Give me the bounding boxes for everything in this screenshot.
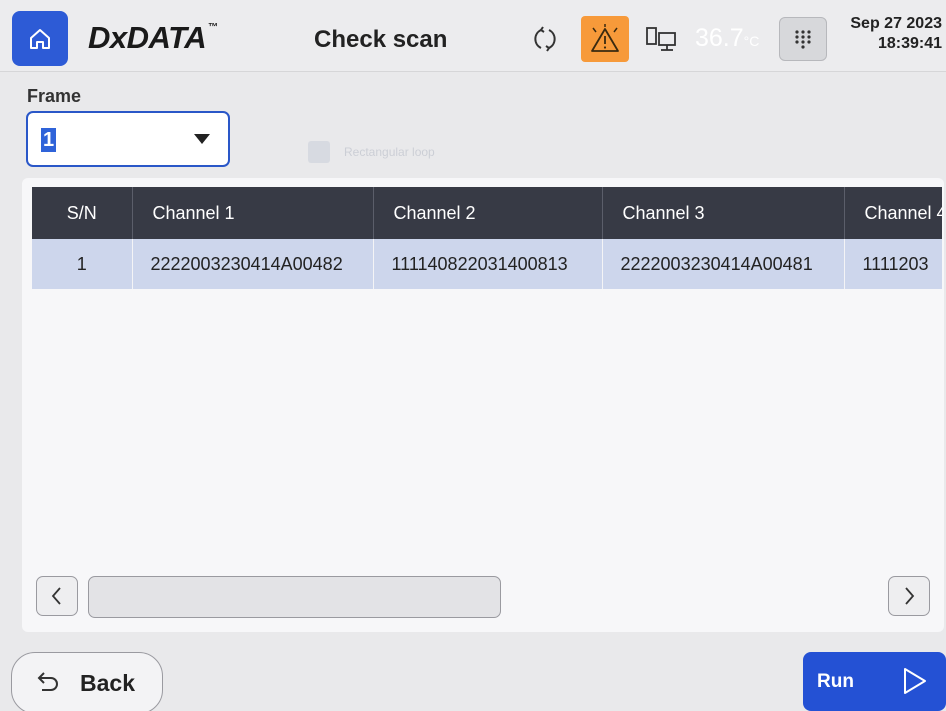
temperature-unit: °C xyxy=(743,33,760,49)
back-label: Back xyxy=(80,669,135,696)
run-label: Run xyxy=(817,670,854,692)
faded-checkbox-icon xyxy=(308,141,330,163)
column-header: Channel 2 xyxy=(373,187,603,239)
column-header: Channel 1 xyxy=(132,187,374,239)
top-bar: DxDATA ™ Check scan 36.7°C Sep 27 2023 1… xyxy=(0,0,946,72)
brand-logo: DxDATA ™ xyxy=(88,20,218,56)
table-cell: 1111203 xyxy=(844,239,942,289)
scroll-right-button[interactable] xyxy=(888,576,930,616)
table-cell: 2222003230414A00481 xyxy=(602,239,845,289)
scan-table-panel: S/N Channel 1 Channel 2 Channel 3 Channe… xyxy=(22,178,944,632)
alarm-button[interactable] xyxy=(581,16,629,62)
scroll-left-button[interactable] xyxy=(36,576,78,616)
network-status[interactable] xyxy=(644,24,680,54)
table-cell: 2222003230414A00482 xyxy=(132,239,374,289)
table-header-row: S/N Channel 1 Channel 2 Channel 3 Channe… xyxy=(32,187,942,239)
keypad-button[interactable] xyxy=(779,17,827,61)
home-button[interactable] xyxy=(12,11,68,66)
table-viewport[interactable]: S/N Channel 1 Channel 2 Channel 3 Channe… xyxy=(32,187,942,563)
datetime: Sep 27 2023 18:39:41 xyxy=(850,14,942,54)
back-button[interactable]: Back xyxy=(11,652,163,711)
chevron-right-icon xyxy=(905,587,915,605)
faded-option: Rectangular loop xyxy=(308,138,522,166)
table-cell: 1 xyxy=(32,239,133,289)
scan-table: S/N Channel 1 Channel 2 Channel 3 Channe… xyxy=(32,187,942,289)
faded-option-label: Rectangular loop xyxy=(344,145,435,159)
date-text: Sep 27 2023 xyxy=(850,15,942,32)
table-cell: 111140822031400813 xyxy=(373,239,603,289)
column-header: Channel 4 xyxy=(844,187,942,239)
back-arrow-icon xyxy=(37,672,58,691)
column-header: Channel 3 xyxy=(602,187,845,239)
column-header: S/N xyxy=(32,187,133,239)
sync-icon xyxy=(534,26,556,52)
keypad-icon xyxy=(795,30,811,49)
temperature-value: 36.7 xyxy=(695,24,744,52)
frame-select[interactable]: 1 xyxy=(26,111,230,167)
page-title: Check scan xyxy=(314,26,448,53)
horizontal-scrollbar-thumb[interactable] xyxy=(88,576,501,618)
home-icon xyxy=(30,28,50,49)
frame-label: Frame xyxy=(27,86,82,106)
run-button[interactable]: Run xyxy=(803,652,946,711)
dropdown-arrow-icon xyxy=(194,134,210,144)
warning-icon xyxy=(591,24,619,52)
sync-button[interactable] xyxy=(530,24,560,54)
table-row[interactable]: 1 2222003230414A00482 111140822031400813… xyxy=(32,239,942,289)
brand-trademark: ™ xyxy=(208,22,218,33)
time-text: 18:39:41 xyxy=(877,35,942,52)
frame-selected-value: 1 xyxy=(41,128,57,152)
chevron-left-icon xyxy=(51,587,61,605)
play-icon xyxy=(904,668,926,694)
brand-name: DxDATA xyxy=(88,20,207,55)
temperature-readout: 36.7°C xyxy=(695,24,759,53)
network-icon xyxy=(646,27,676,51)
